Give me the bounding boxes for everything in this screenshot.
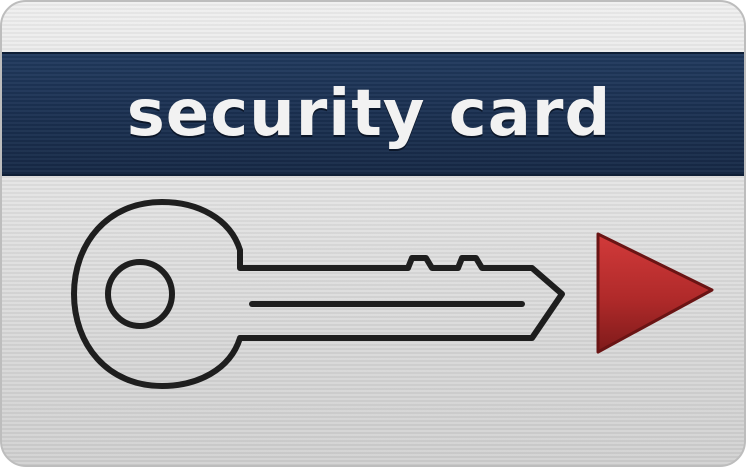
card-header-stripe: security card: [2, 52, 744, 176]
security-card[interactable]: security card: [0, 0, 746, 467]
key-icon: [71, 199, 565, 389]
play-arrow-icon[interactable]: [586, 228, 716, 358]
card-title: security card: [126, 77, 612, 151]
